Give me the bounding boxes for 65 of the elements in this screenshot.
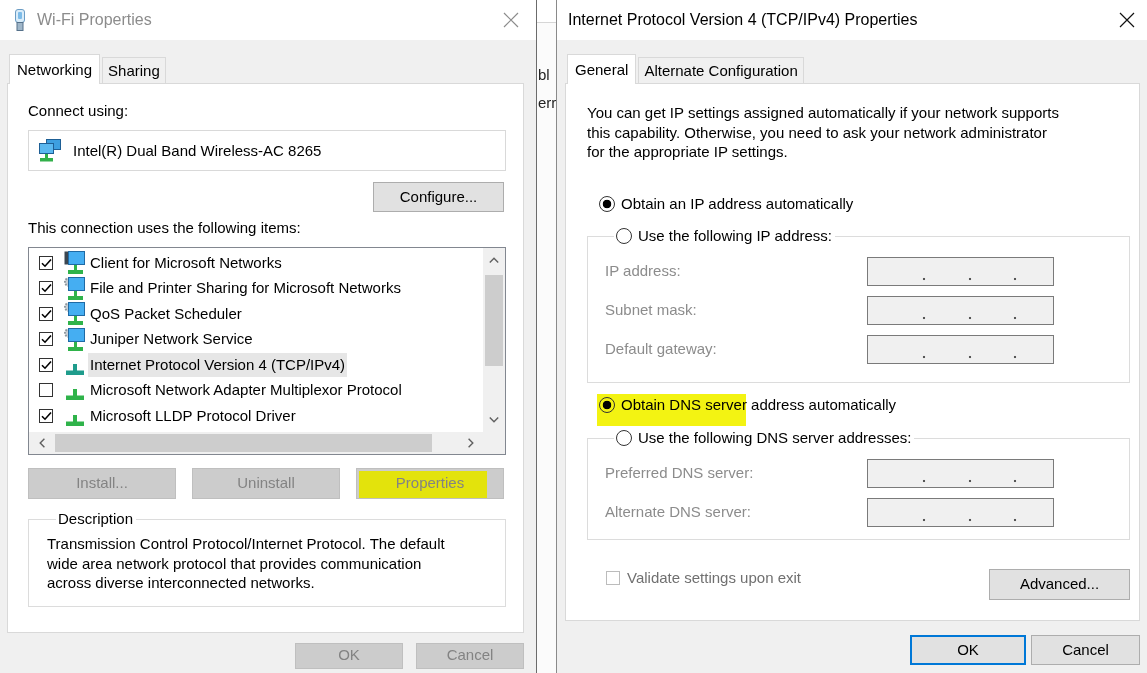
- window-title: Internet Protocol Version 4 (TCP/IPv4) Properties: [568, 10, 918, 30]
- scrollbar[interactable]: [483, 248, 505, 432]
- tab[interactable]: General: [567, 54, 637, 84]
- list-item[interactable]: Microsoft Network Adapter Multiplexor Protocol: [88, 378, 404, 403]
- adapter-name: Intel(R) Dual Band Wireless-AC 8265: [73, 141, 322, 160]
- checkbox[interactable]: [39, 255, 53, 270]
- field-label: Preferred DNS server:: [605, 463, 755, 484]
- ip-address-field[interactable]: [867, 296, 1054, 325]
- list-item[interactable]: QoS Packet Scheduler: [88, 301, 244, 326]
- radio-label[interactable]: Use the following DNS server addresses:: [638, 428, 912, 448]
- gear-monitor-icon: [64, 276, 86, 300]
- monitors-icon: [38, 139, 62, 162]
- configure-button[interactable]: Configure...: [373, 182, 504, 212]
- list-item[interactable]: Client for Microsoft Networks: [88, 250, 284, 275]
- scrollbar[interactable]: [29, 432, 483, 454]
- chevron-up-icon[interactable]: [489, 257, 499, 263]
- ip-address-field[interactable]: [867, 257, 1054, 286]
- ip-address-field[interactable]: [867, 459, 1054, 488]
- ok-button[interactable]: OK: [910, 635, 1026, 665]
- advanced-button[interactable]: Advanced...: [989, 569, 1130, 600]
- tab[interactable]: Alternate Configuration: [638, 57, 804, 83]
- window-title: Wi-Fi Properties: [37, 10, 152, 30]
- field-label: Connect using:: [28, 102, 130, 120]
- radio-button[interactable]: [599, 196, 615, 212]
- group-title: Description: [57, 509, 135, 529]
- checkbox[interactable]: [39, 332, 53, 347]
- chevron-down-icon[interactable]: [489, 417, 499, 423]
- checkbox[interactable]: [39, 306, 53, 321]
- tab[interactable]: Networking: [9, 54, 101, 84]
- ip-address-field[interactable]: [867, 335, 1054, 364]
- list-item[interactable]: File and Printer Sharing for Microsoft Networks: [88, 276, 403, 301]
- scrollbar-thumb[interactable]: [485, 275, 503, 366]
- field-label: Alternate DNS server:: [605, 502, 752, 523]
- checkbox[interactable]: [39, 281, 53, 296]
- cancel-button[interactable]: Cancel: [1031, 635, 1140, 665]
- usb-adapter-icon: [14, 9, 26, 31]
- field-label: IP address:: [605, 261, 682, 282]
- text-fragment: err: [537, 94, 556, 112]
- list-item[interactable]: Juniper Network Service: [88, 327, 255, 352]
- field-label: Default gateway:: [605, 339, 718, 360]
- ip-address-field[interactable]: [867, 498, 1054, 527]
- list-label: This connection uses the following items:: [28, 219, 302, 237]
- checkbox[interactable]: [39, 383, 53, 398]
- gear-monitor-icon: [64, 327, 86, 351]
- text-fragment: bl: [537, 66, 551, 84]
- gear-monitor-icon: [64, 302, 86, 326]
- field-label: Subnet mask:: [605, 300, 698, 321]
- radio-label[interactable]: Obtain an IP address automatically: [621, 194, 854, 214]
- checkbox[interactable]: [39, 357, 53, 372]
- monitor-icon: [64, 251, 86, 275]
- connector-icon: [65, 389, 85, 400]
- connector-icon: [65, 363, 85, 375]
- radio-label[interactable]: Use the following IP address:: [638, 226, 832, 246]
- radio-button[interactable]: [599, 397, 615, 413]
- tab[interactable]: Sharing: [102, 57, 166, 83]
- list-item[interactable]: Internet Protocol Version 4 (TCP/IPv4): [88, 352, 348, 377]
- close-icon[interactable]: [1119, 12, 1135, 28]
- chevron-left-icon[interactable]: [38, 438, 45, 448]
- list-item[interactable]: Microsoft LLDP Protocol Driver: [88, 403, 298, 428]
- info-text: You can get IP settings assigned automatically if your network supports this capability. Otherwise, you need to ask your network administrator for the appropriate IP settings.: [587, 103, 1060, 162]
- chevron-right-icon[interactable]: [467, 438, 474, 448]
- checkbox[interactable]: [39, 408, 53, 423]
- connector-icon: [65, 414, 85, 426]
- description-text: Transmission Control Protocol/Internet Protocol. The default wide area network protocol that provides communication across diverse interconnected networks.: [47, 534, 446, 593]
- scrollbar-thumb[interactable]: [55, 434, 432, 452]
